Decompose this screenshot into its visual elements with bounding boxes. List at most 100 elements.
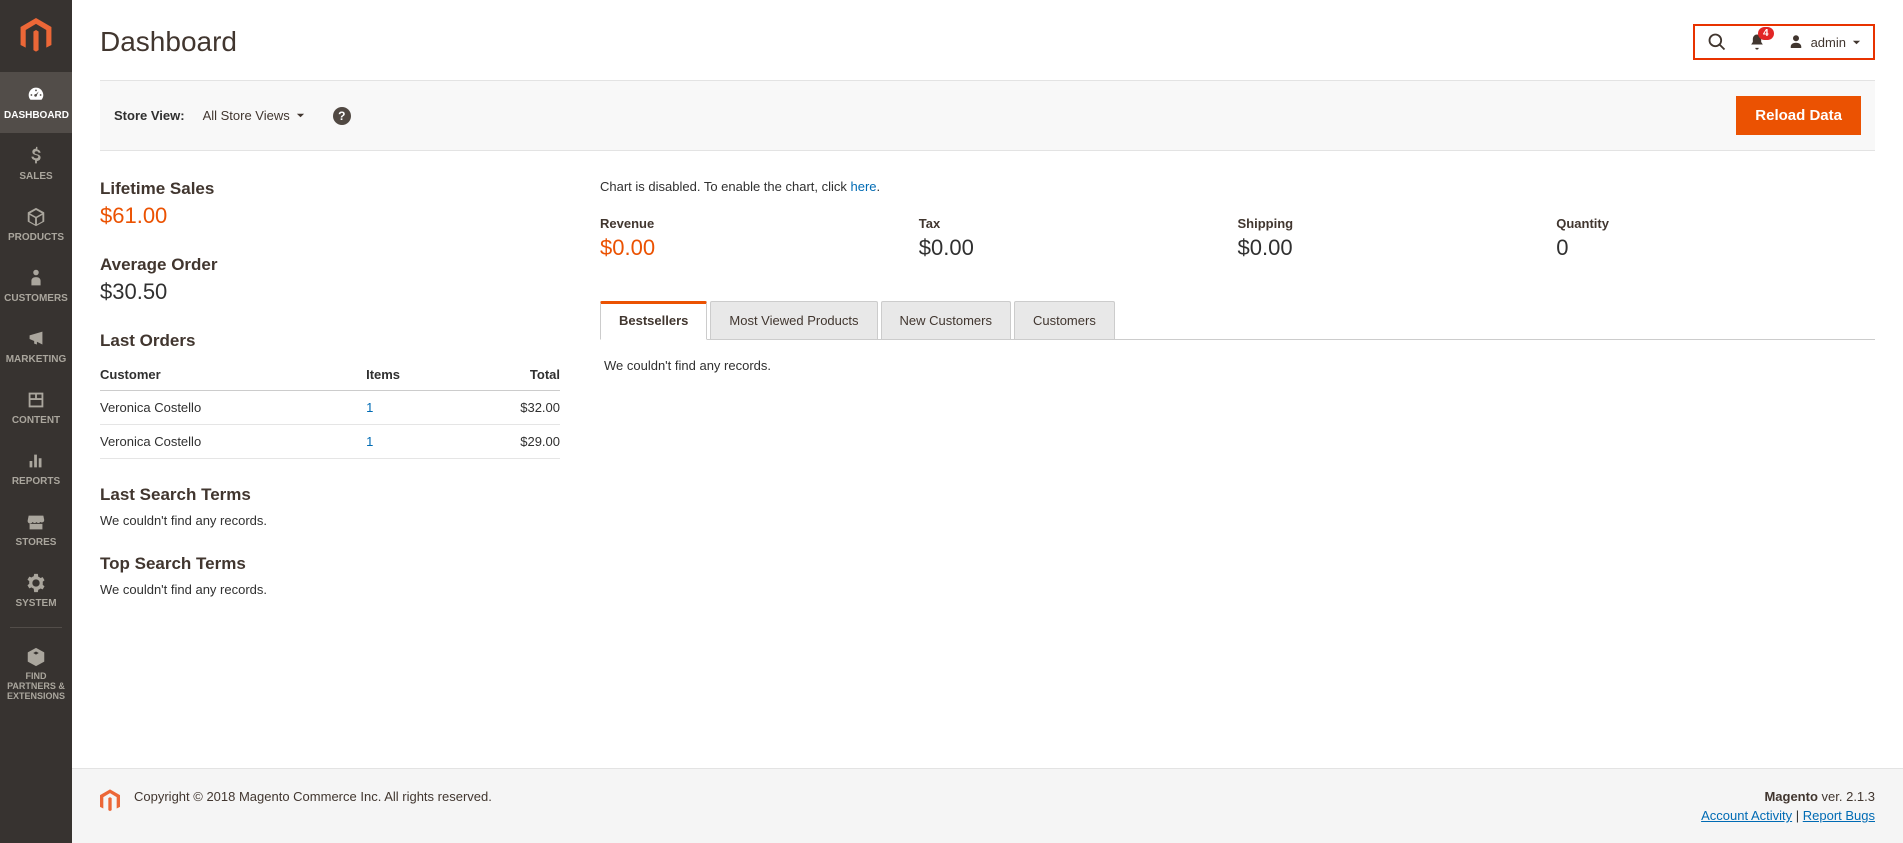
tab-bestsellers[interactable]: Bestsellers (600, 301, 707, 340)
revenue-value: $0.00 (600, 235, 919, 261)
cell-total: $29.00 (455, 425, 560, 459)
notification-badge: 4 (1758, 27, 1774, 40)
sidebar-item-label: MARKETING (6, 354, 67, 365)
average-order-block: Average Order $30.50 (100, 255, 560, 305)
col-items: Items (366, 359, 455, 391)
tab-customers[interactable]: Customers (1014, 301, 1115, 339)
sidebar-item-label: PRODUCTS (8, 232, 64, 243)
cell-total: $32.00 (455, 391, 560, 425)
store-icon (25, 511, 47, 533)
last-orders-title: Last Orders (100, 331, 560, 351)
dollar-icon (25, 145, 47, 167)
sidebar: DASHBOARD SALES PRODUCTS CUSTOMERS MARKE… (0, 0, 72, 843)
sidebar-item-customers[interactable]: CUSTOMERS (0, 255, 72, 316)
last-search-title: Last Search Terms (100, 485, 560, 505)
footer-copyright: Copyright © 2018 Magento Commerce Inc. A… (134, 789, 1701, 804)
cell-items: 1 (366, 391, 455, 425)
right-column: Chart is disabled. To enable the chart, … (600, 179, 1875, 597)
footer-right: Magento ver. 2.1.3 Account Activity | Re… (1701, 789, 1875, 823)
col-customer: Customer (100, 359, 366, 391)
chart-msg-prefix: Chart is disabled. To enable the chart, … (600, 179, 851, 194)
tab-empty-message: We couldn't find any records. (604, 358, 771, 373)
notifications-button[interactable]: 4 (1747, 32, 1767, 52)
store-view-select[interactable]: All Store Views (203, 108, 305, 123)
store-view-label: Store View: (114, 108, 185, 123)
last-search-empty: We couldn't find any records. (100, 513, 560, 528)
footer-brand: Magento (1764, 789, 1817, 804)
lifetime-sales-value: $61.00 (100, 203, 560, 229)
tax-label: Tax (919, 216, 1238, 231)
sidebar-item-label: FIND PARTNERS & EXTENSIONS (7, 671, 65, 701)
average-order-value: $30.50 (100, 279, 560, 305)
page-title: Dashboard (100, 26, 1693, 58)
lifetime-sales-block: Lifetime Sales $61.00 (100, 179, 560, 229)
sidebar-item-marketing[interactable]: MARKETING (0, 316, 72, 377)
footer-sep: | (1792, 808, 1803, 823)
account-activity-link[interactable]: Account Activity (1701, 808, 1792, 823)
shipping-value: $0.00 (1238, 235, 1557, 261)
col-total: Total (455, 359, 560, 391)
table-row[interactable]: Veronica Costello 1 $32.00 (100, 391, 560, 425)
sidebar-item-system[interactable]: SYSTEM (0, 560, 72, 621)
toolbar: Store View: All Store Views ? Reload Dat… (100, 80, 1875, 151)
left-column: Lifetime Sales $61.00 Average Order $30.… (100, 179, 560, 597)
header: Dashboard 4 admin (72, 0, 1903, 70)
tab-new-customers[interactable]: New Customers (881, 301, 1011, 339)
sidebar-item-content[interactable]: CONTENT (0, 377, 72, 438)
cell-items: 1 (366, 425, 455, 459)
dashboard-tabs: Bestsellers Most Viewed Products New Cus… (600, 301, 1875, 340)
dashboard-icon (25, 84, 47, 106)
totals-row: Revenue $0.00 Tax $0.00 Shipping $0.00 Q… (600, 216, 1875, 261)
admin-account-dropdown[interactable]: admin (1787, 33, 1861, 51)
sidebar-item-label: CONTENT (12, 415, 60, 426)
search-button[interactable] (1707, 32, 1727, 52)
chart-icon (25, 450, 47, 472)
top-search-section: Top Search Terms We couldn't find any re… (100, 554, 560, 597)
magento-logo[interactable] (0, 0, 72, 72)
content-icon (25, 389, 47, 411)
chart-msg-suffix: . (877, 179, 881, 194)
average-order-label: Average Order (100, 255, 560, 275)
sidebar-item-stores[interactable]: STORES (0, 499, 72, 560)
sidebar-item-sales[interactable]: SALES (0, 133, 72, 194)
admin-label: admin (1811, 35, 1846, 50)
quantity-label: Quantity (1556, 216, 1875, 231)
total-revenue: Revenue $0.00 (600, 216, 919, 261)
top-search-empty: We couldn't find any records. (100, 582, 560, 597)
sidebar-item-reports[interactable]: REPORTS (0, 438, 72, 499)
tax-value: $0.00 (919, 235, 1238, 261)
sidebar-item-label: CUSTOMERS (4, 293, 68, 304)
footer-version: Magento ver. 2.1.3 (1701, 789, 1875, 804)
chart-disabled-message: Chart is disabled. To enable the chart, … (600, 179, 1875, 194)
header-actions: 4 admin (1693, 24, 1875, 60)
sidebar-item-label: REPORTS (12, 476, 60, 487)
report-bugs-link[interactable]: Report Bugs (1803, 808, 1875, 823)
sidebar-item-label: SALES (19, 171, 52, 182)
tab-most-viewed[interactable]: Most Viewed Products (710, 301, 877, 339)
megaphone-icon (25, 328, 47, 350)
shipping-label: Shipping (1238, 216, 1557, 231)
footer-links: Account Activity | Report Bugs (1701, 808, 1875, 823)
main: Dashboard 4 admin Store View: All Store … (72, 0, 1903, 625)
box-icon (25, 206, 47, 228)
sidebar-separator (10, 627, 62, 628)
chart-enable-link[interactable]: here (851, 179, 877, 194)
table-row[interactable]: Veronica Costello 1 $29.00 (100, 425, 560, 459)
partners-icon (25, 646, 47, 668)
total-tax: Tax $0.00 (919, 216, 1238, 261)
sidebar-item-label: SYSTEM (15, 598, 56, 609)
sidebar-item-dashboard[interactable]: DASHBOARD (0, 72, 72, 133)
last-orders-section: Last Orders Customer Items Total Veronic… (100, 331, 560, 459)
top-search-title: Top Search Terms (100, 554, 560, 574)
footer-logo (100, 789, 120, 813)
revenue-label: Revenue (600, 216, 919, 231)
quantity-value: 0 (1556, 235, 1875, 261)
sidebar-item-products[interactable]: PRODUCTS (0, 194, 72, 255)
tab-content: We couldn't find any records. (600, 340, 1875, 391)
reload-data-button[interactable]: Reload Data (1736, 96, 1861, 135)
content: Lifetime Sales $61.00 Average Order $30.… (72, 151, 1903, 625)
help-button[interactable]: ? (333, 107, 351, 125)
sidebar-item-label: DASHBOARD (4, 110, 69, 121)
sidebar-item-partners[interactable]: FIND PARTNERS & EXTENSIONS (0, 634, 72, 714)
last-search-section: Last Search Terms We couldn't find any r… (100, 485, 560, 528)
